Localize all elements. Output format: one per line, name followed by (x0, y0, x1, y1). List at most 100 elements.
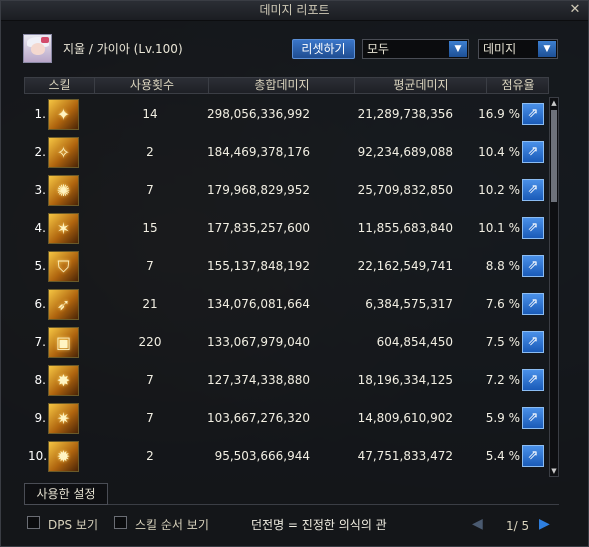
next-page-icon[interactable]: ▶ (539, 516, 550, 532)
row-share: 10.2 % (478, 183, 520, 197)
table-row[interactable]: 5. ⛉ 7 155,137,848,192 22,162,549,741 8.… (24, 248, 549, 286)
row-share: 7.5 % (485, 335, 520, 349)
skill-8-icon: ✸ (48, 365, 79, 396)
row-total: 298,056,336,992 (206, 107, 310, 121)
row-rank: 9. (34, 411, 46, 425)
table-row[interactable]: 7. ▣ 220 133,067,979,040 604,854,450 7.5… (24, 324, 549, 362)
table-row[interactable]: 8. ✸ 7 127,374,338,880 18,196,334,125 7.… (24, 362, 549, 400)
share-icon[interactable]: ⇗ (522, 369, 544, 391)
share-icon[interactable]: ⇗ (522, 293, 544, 315)
row-avg: 22,162,549,741 (357, 259, 453, 273)
row-avg: 25,709,832,850 (357, 183, 453, 197)
skill-2-icon: ✧ (48, 137, 79, 168)
row-rank: 2. (34, 145, 46, 159)
dungeon-name: 던전명 = 진정한 의식의 관 (251, 518, 387, 532)
row-share: 5.4 % (485, 449, 520, 463)
chevron-down-icon: ▼ (449, 41, 467, 57)
dps-checkbox[interactable] (27, 516, 40, 529)
skill-9-icon: ✷ (48, 403, 79, 434)
row-uses: 14 (142, 107, 158, 121)
row-share: 7.6 % (485, 297, 520, 311)
share-icon[interactable]: ⇗ (522, 255, 544, 277)
skill-1-icon: ✦ (48, 99, 79, 130)
close-icon[interactable]: ✕ (568, 3, 582, 17)
row-rank: 7. (34, 335, 46, 349)
row-avg: 92,234,689,088 (357, 145, 453, 159)
skill-6-icon: ➶ (48, 289, 79, 320)
share-icon[interactable]: ⇗ (522, 103, 544, 125)
row-avg: 21,289,738,356 (357, 107, 453, 121)
row-total: 133,067,979,040 (206, 335, 310, 349)
skill-7-icon: ▣ (48, 327, 79, 358)
damage-report-window: 데미지 리포트 ✕ 지울 / 가이아 (Lv.100) 리셋하기 모두 ▼ 데미… (0, 0, 589, 547)
tab-used-settings[interactable]: 사용한 설정 (24, 483, 108, 505)
avatar (23, 34, 52, 63)
table-header: 스킬 사용횟수 총합데미지 평균데미지 점유율 (24, 77, 549, 94)
row-avg: 604,854,450 (376, 335, 453, 349)
row-total: 134,076,081,664 (206, 297, 310, 311)
row-total: 184,469,378,176 (206, 145, 310, 159)
table-row[interactable]: 3. ✺ 7 179,968,829,952 25,709,832,850 10… (24, 172, 549, 210)
character-name: 지울 / 가이아 (Lv.100) (63, 42, 183, 56)
skill-5-icon: ⛉ (48, 251, 79, 282)
row-share: 10.1 % (478, 221, 520, 235)
skill-order-checkbox[interactable] (114, 516, 127, 529)
row-avg: 11,855,683,840 (357, 221, 453, 235)
dps-label: DPS 보기 (48, 518, 98, 532)
row-uses: 7 (146, 183, 154, 197)
skill-3-icon: ✺ (48, 175, 79, 206)
header-total: 총합데미지 (208, 78, 355, 93)
header-skill: 스킬 (48, 78, 71, 92)
row-uses: 220 (138, 335, 162, 349)
share-icon[interactable]: ⇗ (522, 179, 544, 201)
table-row[interactable]: 2. ✧ 2 184,469,378,176 92,234,689,088 10… (24, 134, 549, 172)
header-uses: 사용횟수 (94, 78, 209, 93)
filter-select-value: 모두 (367, 42, 390, 56)
prev-page-icon[interactable]: ◀ (472, 516, 483, 532)
table-row[interactable]: 1. ✦ 14 298,056,336,992 21,289,738,356 1… (24, 96, 549, 134)
share-icon[interactable]: ⇗ (522, 217, 544, 239)
filter-select[interactable]: 모두 ▼ (362, 39, 469, 59)
table-row[interactable]: 10. ✹ 2 95,503,666,944 47,751,833,472 5.… (24, 438, 549, 476)
row-uses: 15 (142, 221, 158, 235)
reset-button[interactable]: 리셋하기 (292, 39, 355, 59)
window-title: 데미지 리포트 (1, 1, 588, 21)
row-rank: 1. (34, 107, 46, 121)
share-icon[interactable]: ⇗ (522, 407, 544, 429)
table-row[interactable]: 6. ➶ 21 134,076,081,664 6,384,575,317 7.… (24, 286, 549, 324)
row-share: 5.9 % (485, 411, 520, 425)
row-rank: 5. (34, 259, 46, 273)
row-uses: 21 (142, 297, 158, 311)
header-avg: 평균데미지 (354, 78, 487, 93)
row-uses: 7 (146, 373, 154, 387)
scroll-up-icon[interactable]: ▲ (550, 98, 558, 108)
table-row[interactable]: 4. ✶ 15 177,835,257,600 11,855,683,840 1… (24, 210, 549, 248)
share-icon[interactable]: ⇗ (522, 445, 544, 467)
row-avg: 47,751,833,472 (357, 449, 453, 463)
page-indicator: 1/ 5 (506, 519, 530, 533)
row-uses: 7 (146, 259, 154, 273)
table-scrollbar[interactable]: ▲ ▼ (549, 97, 559, 477)
scroll-thumb[interactable] (551, 110, 557, 202)
row-share: 8.8 % (485, 259, 520, 273)
row-rank: 10. (28, 449, 48, 463)
sort-select[interactable]: 데미지 ▼ (478, 39, 558, 59)
share-icon[interactable]: ⇗ (522, 331, 544, 353)
share-icon[interactable]: ⇗ (522, 141, 544, 163)
sort-select-value: 데미지 (483, 42, 517, 56)
row-total: 179,968,829,952 (206, 183, 310, 197)
row-share: 10.4 % (478, 145, 520, 159)
scroll-down-icon[interactable]: ▼ (550, 466, 558, 476)
chevron-down-icon: ▼ (538, 41, 556, 57)
row-uses: 2 (146, 449, 154, 463)
table-row[interactable]: 9. ✷ 7 103,667,276,320 14,809,610,902 5.… (24, 400, 549, 438)
row-total: 177,835,257,600 (206, 221, 310, 235)
row-avg: 14,809,610,902 (357, 411, 453, 425)
row-uses: 7 (146, 411, 154, 425)
damage-table: 스킬 사용횟수 총합데미지 평균데미지 점유율 1. ✦ 14 298,056,… (24, 77, 549, 477)
skill-order-label: 스킬 순서 보기 (135, 518, 209, 532)
row-share: 16.9 % (478, 107, 520, 121)
row-rank: 6. (34, 297, 46, 311)
row-rank: 4. (34, 221, 46, 235)
row-avg: 6,384,575,317 (365, 297, 453, 311)
